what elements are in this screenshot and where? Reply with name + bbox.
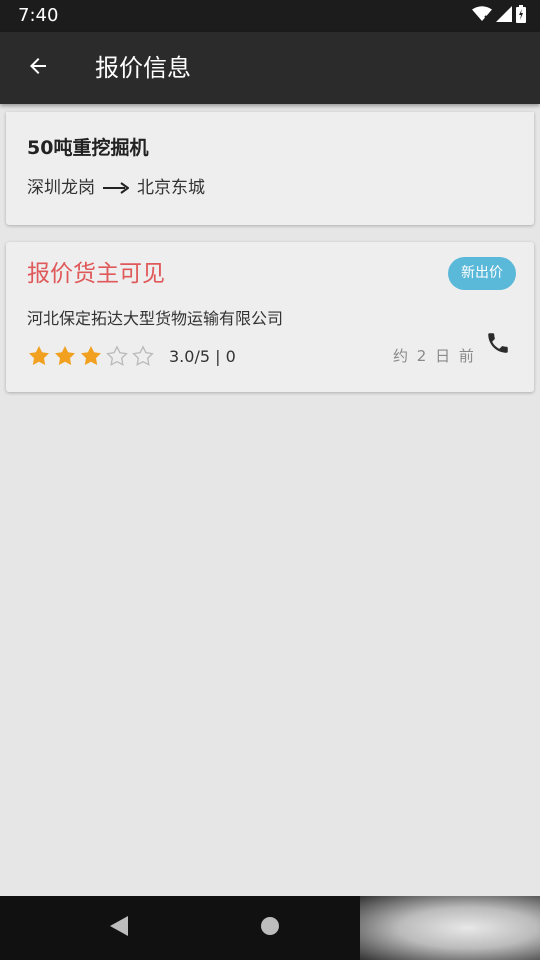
rating-row: 3.0/5 | 0 [27,343,236,369]
star-rating [27,344,155,368]
signal-icon [496,6,512,26]
time-ago: 约 2 日 前 [393,347,476,365]
quote-title: 报价货主可见 [27,261,165,287]
app-bar: 报价信息 [0,32,540,104]
navigation-bar [0,896,540,960]
wifi-icon [472,6,492,26]
status-bar: 7:40 [0,0,540,32]
star-empty-icon [105,344,129,368]
call-button[interactable] [478,325,518,365]
status-time: 7:40 [18,5,59,26]
new-bid-badge: 新出价 [448,257,516,290]
quote-card[interactable]: 报价货主可见 新出价 河北保定拓达大型货物运输有限公司 3.0/5 | 0 约 … [6,242,534,392]
company-name: 河北保定拓达大型货物运输有限公司 [27,309,284,328]
star-filled-icon [79,344,103,368]
long-arrow-right-icon [103,182,129,194]
cargo-name: 50吨重挖掘机 [27,137,149,159]
arrow-back-icon [26,54,50,82]
star-filled-icon [53,344,77,368]
rating-text: 3.0/5 | 0 [169,346,236,366]
battery-icon [516,5,526,27]
route: 深圳龙岗 北京东城 [27,176,205,200]
star-empty-icon [131,344,155,368]
screen-glare [360,896,540,960]
route-origin: 深圳龙岗 [27,178,95,198]
cargo-card: 50吨重挖掘机 深圳龙岗 北京东城 [6,112,534,225]
nav-home-icon [260,916,280,940]
back-button[interactable] [14,44,62,92]
nav-back-button[interactable] [104,914,134,942]
page-title: 报价信息 [95,54,191,82]
status-icons [472,5,526,27]
nav-home-button[interactable] [258,916,282,940]
nav-back-icon [109,915,129,941]
route-destination: 北京东城 [137,178,205,198]
phone-icon [485,330,511,360]
star-filled-icon [27,344,51,368]
